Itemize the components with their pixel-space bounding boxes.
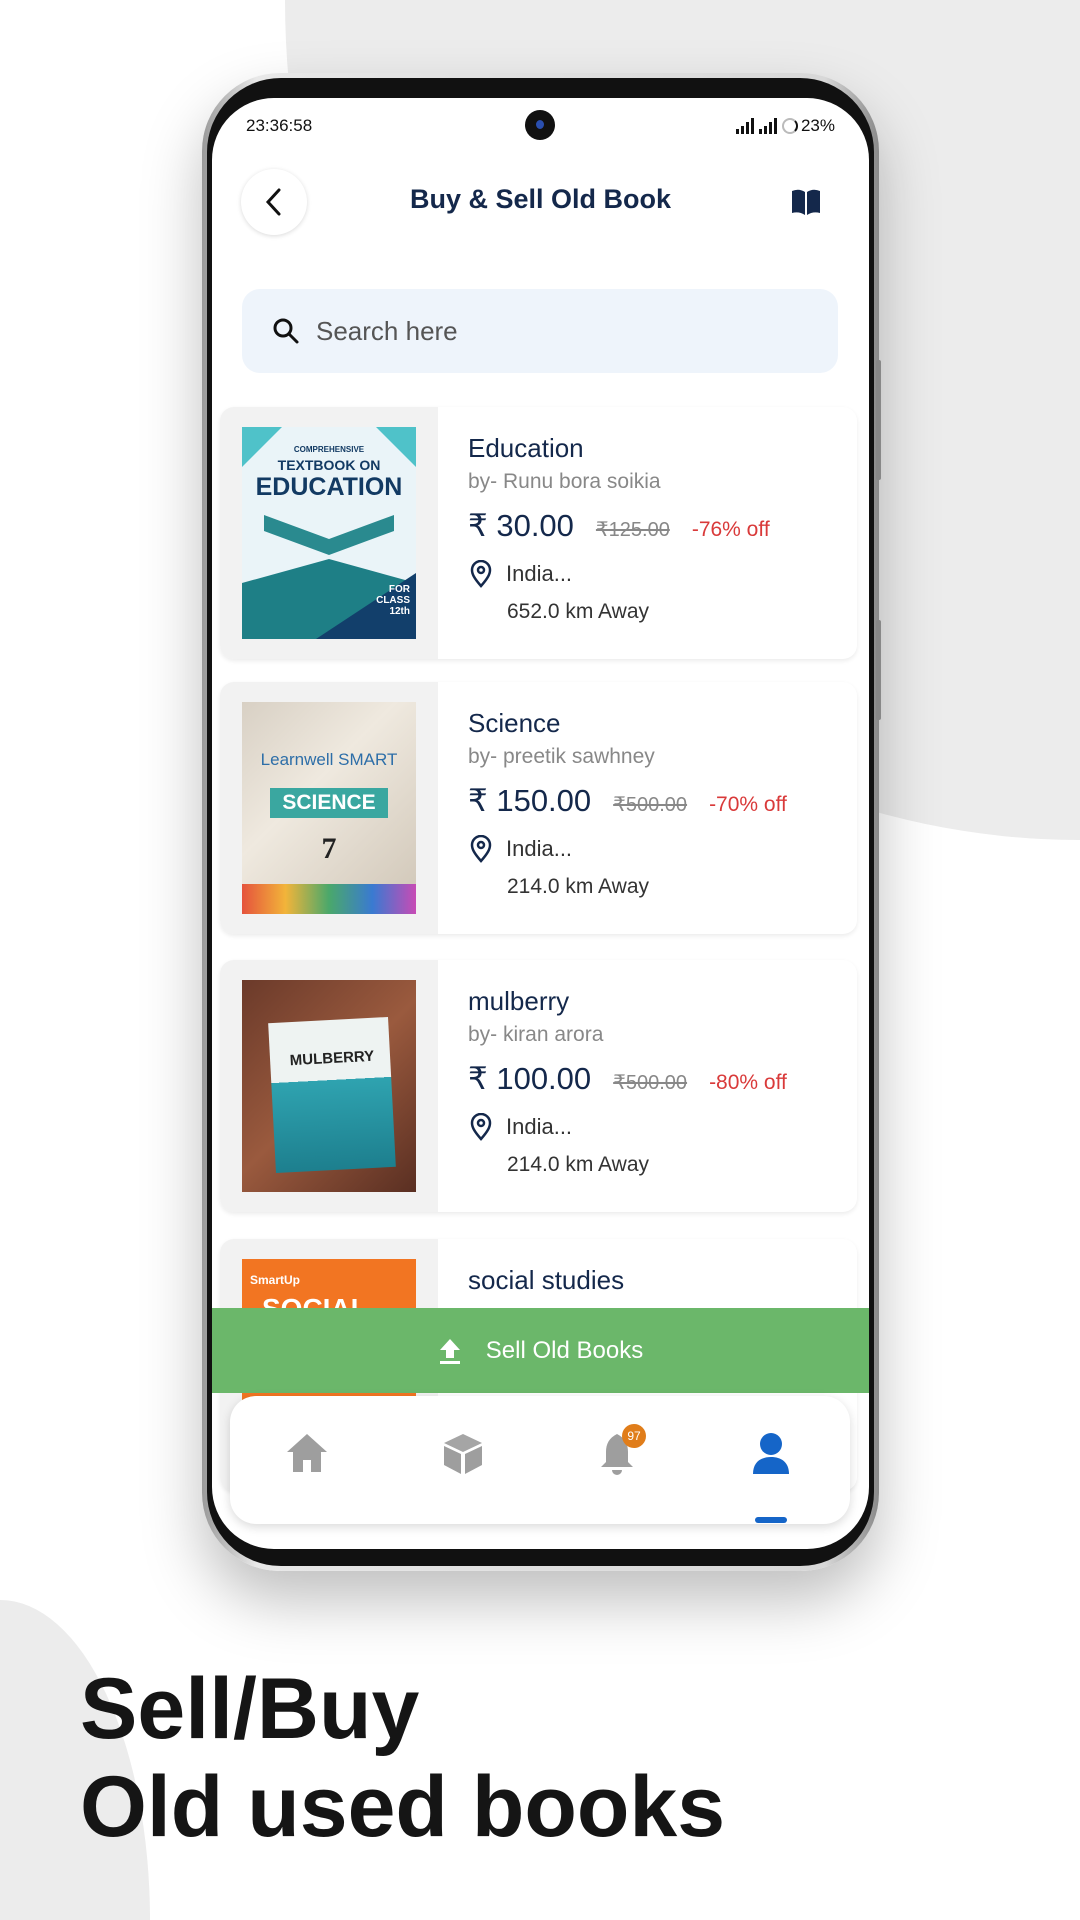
discount: -80% off (709, 1071, 787, 1094)
book-card[interactable]: MULBERRY mulberry by- kiran arora ₹ 100.… (220, 960, 857, 1212)
original-price: ₹125.00 (595, 519, 670, 541)
signal-icon (758, 118, 777, 134)
search-icon (273, 318, 299, 344)
signal-icon (735, 118, 754, 134)
active-tab-indicator (755, 1517, 787, 1523)
book-title: mulberry (468, 986, 570, 1016)
book-card[interactable]: Learnwell SMART SCIENCE 7 Science by- pr… (220, 682, 857, 934)
discount: -70% off (709, 793, 787, 816)
location: India... (506, 836, 573, 861)
book-cover-image: Learnwell SMART SCIENCE 7 (242, 702, 416, 914)
promo-headline: Sell/Buy Old used books (80, 1661, 726, 1855)
app-screen: 23:36:58 23% Buy & Sell Old Book Search … (212, 98, 869, 1549)
search-input[interactable]: Search here (242, 289, 838, 373)
book-card[interactable]: COMPREHENSIVE TEXTBOOK ON EDUCATION FOR … (220, 407, 857, 659)
book-cover-image: COMPREHENSIVE TEXTBOOK ON EDUCATION FOR … (242, 427, 416, 639)
battery-icon (781, 118, 798, 134)
nav-profile[interactable] (746, 1432, 796, 1482)
book-title: Science (468, 708, 561, 738)
battery-level: 23% (800, 116, 835, 135)
price: ₹ 150.00 (468, 783, 592, 818)
upload-icon (439, 1338, 460, 1364)
distance: 214.0 km Away (507, 1153, 650, 1176)
notification-badge: 97 (622, 1424, 646, 1448)
original-price: ₹500.00 (613, 1072, 688, 1094)
search-placeholder: Search here (316, 315, 458, 346)
discount: -76% off (691, 518, 770, 541)
book-author: by- preetik sawhney (468, 745, 655, 768)
price: ₹ 30.00 (468, 508, 574, 543)
nav-home[interactable] (282, 1432, 332, 1482)
sell-button-label: Sell Old Books (485, 1336, 644, 1364)
distance: 652.0 km Away (507, 600, 650, 623)
location: India... (506, 1114, 573, 1139)
book-icon[interactable] (790, 188, 822, 216)
distance: 214.0 km Away (507, 875, 650, 898)
price: ₹ 100.00 (468, 1061, 592, 1096)
book-author: by- Runu bora soikia (468, 470, 661, 493)
book-cover-image: MULBERRY (242, 980, 416, 1192)
profile-icon (753, 1433, 789, 1474)
bottom-navigation: 97 (230, 1396, 850, 1524)
box-icon (444, 1434, 482, 1474)
original-price: ₹500.00 (613, 794, 688, 816)
book-title: Education (468, 433, 584, 463)
nav-products[interactable] (438, 1432, 488, 1482)
sell-old-books-button[interactable]: Sell Old Books (212, 1308, 869, 1393)
book-author: by- kiran arora (468, 1023, 604, 1046)
location-pin-icon (470, 560, 492, 588)
status-icons: 23% (735, 116, 835, 136)
nav-notifications[interactable]: 97 (592, 1424, 646, 1482)
location: India... (506, 561, 573, 586)
side-button (876, 360, 881, 480)
side-button (876, 620, 881, 720)
location-pin-icon (470, 835, 492, 863)
book-title: social studies (468, 1265, 625, 1295)
page-title: Buy & Sell Old Book (409, 184, 672, 214)
location-pin-icon (470, 1113, 492, 1141)
camera-cutout (525, 110, 555, 140)
home-icon (287, 1434, 327, 1472)
status-time: 23:36:58 (246, 116, 313, 135)
